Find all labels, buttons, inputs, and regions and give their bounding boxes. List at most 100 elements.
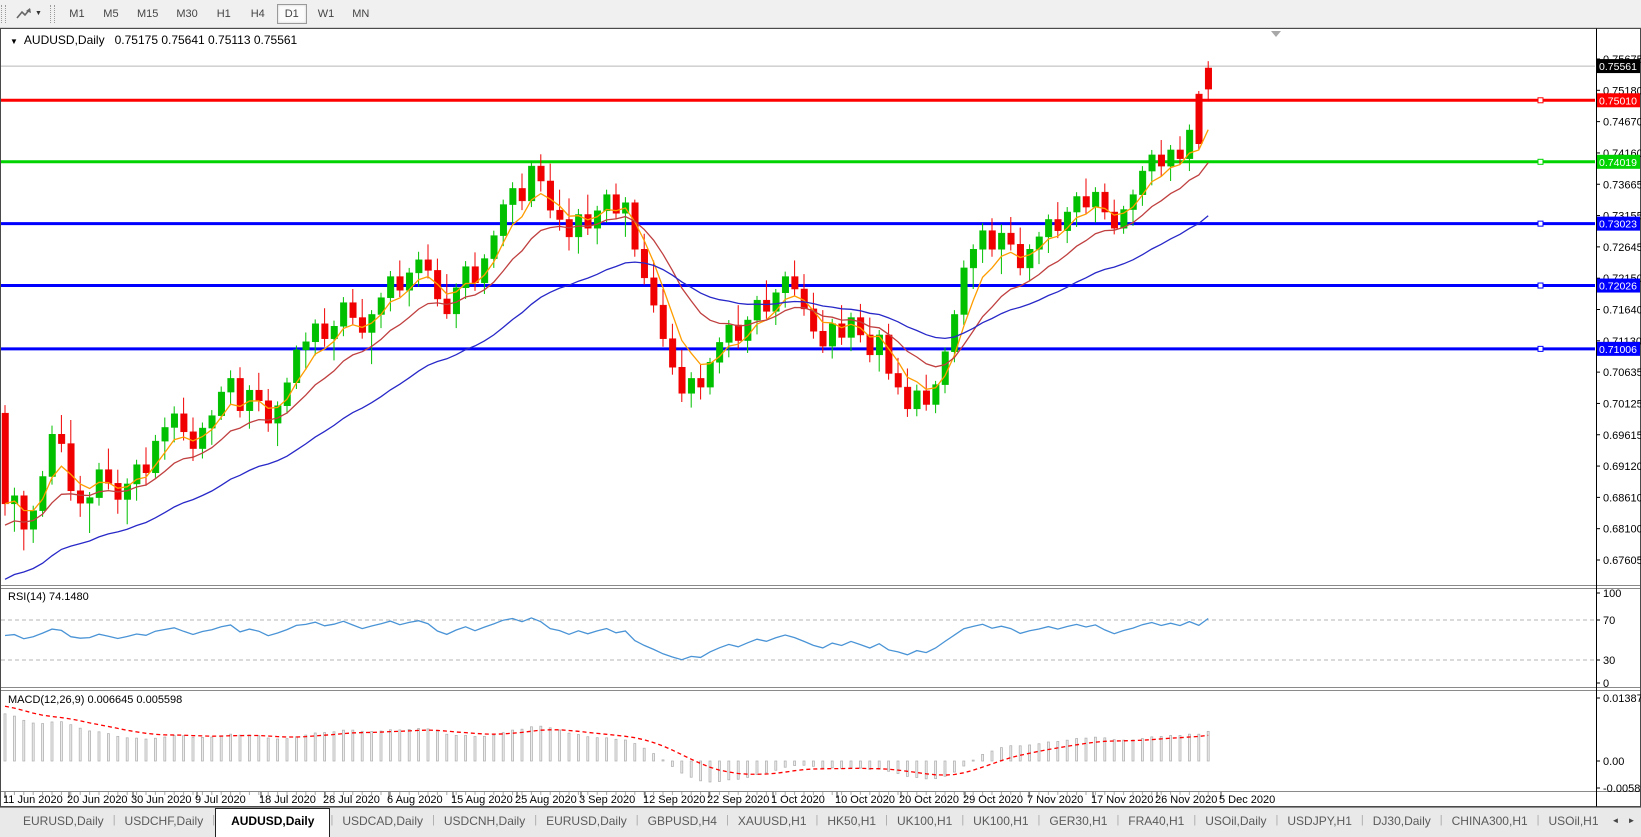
- macd-histogram-bar: [596, 738, 598, 761]
- candle-body: [387, 277, 394, 298]
- macd-histogram-bar: [220, 736, 222, 761]
- chart-tab-xauusd-h1[interactable]: XAUUSD,H1: [729, 808, 816, 837]
- macd-histogram-bar: [32, 723, 34, 761]
- rsi-axis-label: 70: [1603, 615, 1615, 627]
- chart-tab-usoil-h1[interactable]: USOil,H1: [1540, 808, 1608, 837]
- macd-histogram-bar: [277, 739, 279, 761]
- chart-tool-button[interactable]: ▼: [13, 5, 45, 23]
- macd-histogram-bar: [1123, 740, 1125, 761]
- price-axis-label: 0.68610: [1603, 492, 1641, 504]
- chart-tab-usdchf-daily[interactable]: USDCHF,Daily: [116, 808, 213, 837]
- chart-tab-audusd-daily[interactable]: AUDUSD,Daily: [215, 808, 330, 837]
- toolbar-grip-2[interactable]: [50, 5, 55, 23]
- date-axis-label: 9 Jul 2020: [195, 794, 246, 806]
- macd-histogram-bar: [493, 735, 495, 761]
- macd-histogram-bar: [634, 744, 636, 761]
- candle-body: [1083, 197, 1090, 208]
- chart-tab-uk100-h1[interactable]: UK100,H1: [888, 808, 961, 837]
- timeframe-button-m5[interactable]: M5: [96, 4, 126, 24]
- candle-body: [11, 496, 18, 504]
- timeframe-button-m1[interactable]: M1: [62, 4, 92, 24]
- date-axis-label: 12 Sep 2020: [643, 794, 705, 806]
- chart-tab-usoil-daily[interactable]: USOil,Daily: [1196, 808, 1275, 837]
- macd-histogram-bar: [615, 739, 617, 761]
- macd-histogram-bar: [841, 761, 843, 768]
- timeframe-button-m15[interactable]: M15: [130, 4, 165, 24]
- macd-histogram-bar: [305, 735, 307, 761]
- tab-scroll-right-icon[interactable]: ►: [1623, 808, 1639, 837]
- candle-body: [1196, 94, 1203, 144]
- candle-body: [21, 496, 28, 530]
- candle-body: [763, 300, 770, 311]
- macd-histogram-bar: [1170, 735, 1172, 761]
- tab-scroll-left-icon[interactable]: ◄: [1608, 808, 1624, 837]
- candle-body: [1168, 150, 1175, 166]
- macd-histogram-bar: [944, 761, 946, 776]
- candle-body: [660, 305, 667, 339]
- timeframe-buttons: M1M5M15M30H1H4D1W1MN: [60, 4, 378, 24]
- level-badge-0.72026-text: 0.72026: [1599, 281, 1637, 293]
- candle-body: [1074, 197, 1081, 213]
- macd-histogram-bar: [314, 733, 316, 761]
- macd-histogram-bar: [643, 748, 645, 761]
- level-handle-0.74019: [1538, 159, 1543, 164]
- macd-histogram-bar: [89, 731, 91, 761]
- chart-tab-hk50-h1[interactable]: HK50,H1: [818, 808, 885, 837]
- chart-tab-uk100-h1[interactable]: UK100,H1: [964, 808, 1037, 837]
- macd-histogram-bar: [878, 761, 880, 769]
- macd-axis-label: 0.00: [1603, 756, 1624, 768]
- macd-histogram-bar: [775, 761, 777, 770]
- candle-body: [171, 414, 178, 428]
- window-menu-icon[interactable]: ▼: [10, 37, 18, 46]
- candle-body: [1092, 192, 1099, 207]
- timeframe-button-h4[interactable]: H4: [243, 4, 273, 24]
- chart-tab-usdjpy-h1[interactable]: USDJPY,H1: [1278, 808, 1360, 837]
- macd-histogram-bar: [201, 737, 203, 761]
- macd-histogram-bar: [192, 737, 194, 761]
- chart-tab-dj30-daily[interactable]: DJ30,Daily: [1364, 808, 1440, 837]
- timeframe-button-w1[interactable]: W1: [311, 4, 342, 24]
- candle-body: [162, 427, 169, 441]
- candle-body: [904, 387, 911, 409]
- candle-body: [839, 324, 846, 338]
- date-axis-label: 17 Nov 2020: [1091, 794, 1153, 806]
- chart-tab-eurusd-daily[interactable]: EURUSD,Daily: [14, 808, 113, 837]
- chart-tab-ger30-h1[interactable]: GER30,H1: [1040, 808, 1116, 837]
- macd-histogram-bar: [239, 735, 241, 761]
- chart-tab-eurusd-daily[interactable]: EURUSD,Daily: [537, 808, 636, 837]
- macd-histogram-bar: [831, 761, 833, 768]
- chart-tab-usdcnh-daily[interactable]: USDCNH,Daily: [435, 808, 534, 837]
- macd-histogram-bar: [230, 734, 232, 761]
- toolbar-grip[interactable]: [1, 5, 6, 23]
- dropdown-caret-icon: ▼: [35, 10, 42, 17]
- candle-body: [1055, 219, 1062, 230]
- rsi-axis-label: 30: [1603, 655, 1615, 667]
- timeframe-button-m30[interactable]: M30: [169, 4, 204, 24]
- macd-histogram-bar: [4, 714, 6, 761]
- macd-histogram-bar: [812, 761, 814, 766]
- chart-tab-usdcad-daily[interactable]: USDCAD,Daily: [333, 808, 432, 837]
- macd-histogram-bar: [784, 761, 786, 767]
- macd-histogram-bar: [446, 734, 448, 761]
- macd-histogram-bar: [906, 761, 908, 776]
- price-axis-label: 0.70125: [1603, 398, 1641, 410]
- candle-body: [886, 335, 893, 373]
- candle-body: [1008, 233, 1015, 244]
- chart-tab-china300-h1[interactable]: CHINA300,H1: [1443, 808, 1537, 837]
- macd-histogram-bar: [295, 737, 297, 761]
- macd-histogram-bar: [549, 728, 551, 761]
- macd-histogram-bar: [126, 738, 128, 761]
- chart-tab-fra40-h1[interactable]: FRA40,H1: [1119, 808, 1193, 837]
- timeframe-button-h1[interactable]: H1: [209, 4, 239, 24]
- price-axis-label: 0.72645: [1603, 242, 1641, 254]
- macd-histogram-bar: [183, 736, 185, 761]
- macd-histogram-bar: [803, 761, 805, 765]
- candle-body: [867, 335, 874, 355]
- date-axis-label: 3 Sep 2020: [579, 794, 635, 806]
- chart-tab-gbpusd-h4[interactable]: GBPUSD,H4: [639, 808, 726, 837]
- macd-histogram-bar: [1000, 748, 1002, 761]
- price-chart[interactable]: 0.756750.751800.746700.741600.736650.731…: [0, 0, 1641, 837]
- candle-body: [1177, 150, 1184, 159]
- timeframe-button-mn[interactable]: MN: [345, 4, 376, 24]
- timeframe-button-d1[interactable]: D1: [277, 4, 307, 24]
